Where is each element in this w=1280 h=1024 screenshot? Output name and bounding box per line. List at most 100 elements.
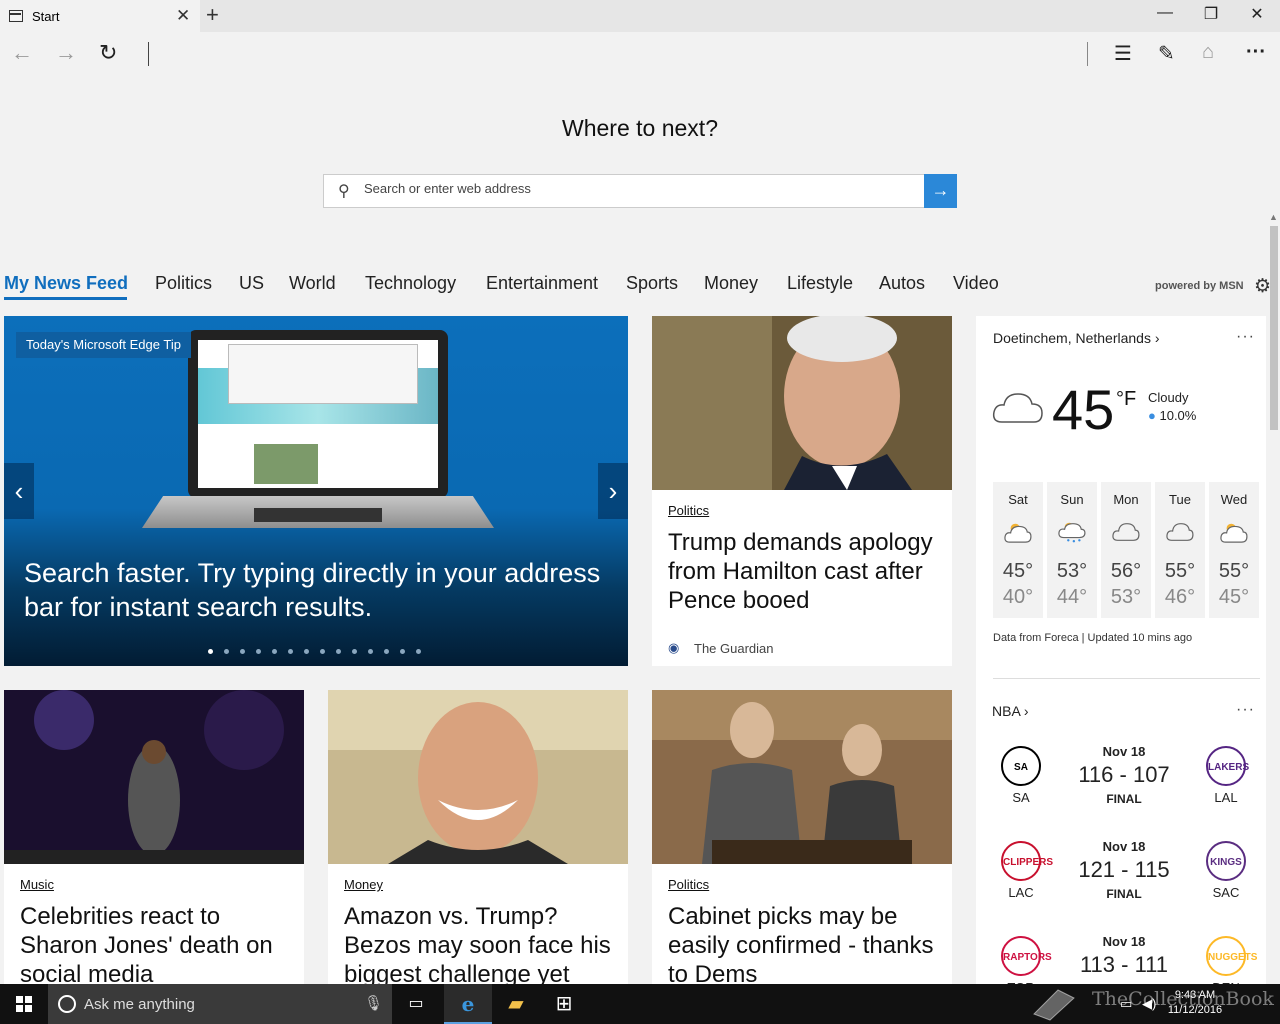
forward-icon[interactable]: →: [55, 40, 77, 66]
tab-world[interactable]: World: [289, 273, 336, 294]
carousel-dot[interactable]: [272, 649, 277, 654]
minimize-button[interactable]: —: [1142, 4, 1188, 22]
article-title[interactable]: Celebrities react to Sharon Jones' death…: [20, 902, 292, 984]
carousel-dot[interactable]: [304, 649, 309, 654]
article-card[interactable]: Music Celebrities react to Sharon Jones'…: [4, 690, 304, 984]
carousel-dot[interactable]: [336, 649, 341, 654]
article-title[interactable]: Cabinet picks may be easily confirmed - …: [668, 902, 940, 984]
weather-location[interactable]: Doetinchem, Netherlands ›: [993, 330, 1160, 346]
hub-icon[interactable]: ☰: [1114, 41, 1132, 66]
game-date: Nov 18: [1102, 744, 1146, 759]
article-tag[interactable]: Politics: [668, 503, 709, 518]
forecast-day-label: Wed: [1220, 492, 1248, 507]
search-icon: ⚲: [338, 183, 350, 200]
game-score: 113 - 111: [1079, 952, 1169, 977]
article-tag[interactable]: Music: [20, 877, 54, 892]
article-card[interactable]: Politics Cabinet picks may be easily con…: [652, 690, 952, 984]
cortana-placeholder[interactable]: Ask me anything: [84, 996, 195, 1013]
weather-more-icon[interactable]: ···: [1236, 328, 1255, 346]
carousel[interactable]: Today's Microsoft Edge Tip ‹ › Search fa…: [4, 316, 628, 666]
tab-technology[interactable]: Technology: [365, 273, 456, 294]
article-card[interactable]: Money Amazon vs. Trump? Bezos may soon f…: [328, 690, 628, 984]
forecast-day[interactable]: Mon 56° 53°: [1101, 482, 1151, 618]
tab-sports[interactable]: Sports: [626, 273, 678, 294]
team-logo-icon: CLIPPERS: [1001, 841, 1053, 881]
cloud-icon: [1112, 523, 1140, 541]
close-window-button[interactable]: ✕: [1234, 4, 1280, 24]
carousel-dot[interactable]: [240, 649, 245, 654]
scroll-thumb[interactable]: [1270, 226, 1278, 430]
search-go-button[interactable]: →: [924, 174, 957, 208]
carousel-dot[interactable]: [352, 649, 357, 654]
tab-entertainment[interactable]: Entertainment: [486, 273, 598, 294]
page-scrollbar[interactable]: ▲: [1267, 212, 1280, 984]
forecast-day-label: Mon: [1113, 492, 1139, 507]
close-tab-icon[interactable]: ✕: [176, 6, 190, 26]
carousel-prev-button[interactable]: ‹: [4, 463, 34, 519]
tab-lifestyle[interactable]: Lifestyle: [787, 273, 853, 294]
carousel-dot[interactable]: [224, 649, 229, 654]
carousel-dot[interactable]: [400, 649, 405, 654]
cortana-search[interactable]: Ask me anything 🎙: [48, 984, 392, 1024]
nba-game[interactable]: SA SA Nov 18 116 - 107 FINAL LAKERS LAL: [976, 744, 1266, 834]
carousel-dot[interactable]: [320, 649, 325, 654]
store-icon[interactable]: ⊞: [540, 984, 588, 1024]
task-view-icon[interactable]: ▭: [392, 984, 440, 1024]
forecast-day[interactable]: Sun 53° 44°: [1047, 482, 1097, 618]
web-note-icon[interactable]: ✎: [1158, 41, 1175, 66]
forecast-day[interactable]: Sat 45° 40°: [993, 482, 1043, 618]
tab-money[interactable]: Money: [704, 273, 758, 294]
powered-by-msn: powered by MSN: [1155, 280, 1244, 292]
search-input[interactable]: [364, 181, 914, 196]
forecast-day[interactable]: Wed 55° 45°: [1209, 482, 1259, 618]
gear-icon[interactable]: ⚙: [1254, 275, 1271, 298]
nba-game[interactable]: CLIPPERS LAC Nov 18 121 - 115 FINAL KINGS SAC: [976, 839, 1266, 929]
edge-icon[interactable]: e: [444, 984, 492, 1024]
microphone-icon[interactable]: 🎙: [364, 994, 383, 1012]
article-source[interactable]: The Guardian: [694, 641, 774, 656]
sun-cloud-icon: [1004, 523, 1032, 543]
more-icon[interactable]: ···: [1246, 41, 1266, 64]
new-tab-button[interactable]: +: [206, 2, 219, 28]
page-icon: [9, 10, 23, 22]
carousel-dot[interactable]: [416, 649, 421, 654]
tab-politics[interactable]: Politics: [155, 273, 212, 294]
file-explorer-icon[interactable]: ▰: [492, 984, 540, 1024]
restore-button[interactable]: ❐: [1188, 4, 1234, 24]
home-team: SA: [1012, 790, 1030, 805]
raindrop-icon: ●: [1148, 408, 1156, 423]
article-title[interactable]: Amazon vs. Trump? Bezos may soon face hi…: [344, 902, 616, 984]
active-tab-indicator: [4, 297, 127, 300]
share-icon[interactable]: ⌂: [1202, 41, 1214, 64]
nba-title[interactable]: NBA ›: [992, 703, 1029, 719]
scroll-up-icon[interactable]: ▲: [1269, 212, 1278, 222]
carousel-dot[interactable]: [208, 649, 213, 654]
tab-autos[interactable]: Autos: [879, 273, 925, 294]
carousel-dot[interactable]: [368, 649, 373, 654]
article-tag[interactable]: Money: [344, 877, 383, 892]
carousel-dots[interactable]: [208, 641, 432, 659]
search-box: ⚲ →: [323, 174, 957, 208]
start-button[interactable]: [0, 984, 48, 1024]
carousel-dot[interactable]: [256, 649, 261, 654]
article-tag[interactable]: Politics: [668, 877, 709, 892]
article-image: [328, 690, 628, 864]
refresh-icon[interactable]: ↻: [99, 40, 117, 66]
divider: [993, 678, 1260, 679]
carousel-next-button[interactable]: ›: [598, 463, 628, 519]
back-icon[interactable]: ←: [11, 40, 33, 66]
nba-more-icon[interactable]: ···: [1236, 701, 1255, 719]
laptop-touchpad-illustration: [254, 508, 382, 522]
tab-us[interactable]: US: [239, 273, 264, 294]
article-title[interactable]: Trump demands apology from Hamilton cast…: [668, 528, 940, 615]
tab-video[interactable]: Video: [953, 273, 999, 294]
carousel-dot[interactable]: [384, 649, 389, 654]
weather-temperature: 45: [1052, 378, 1115, 441]
carousel-dot[interactable]: [288, 649, 293, 654]
featured-article-card[interactable]: Politics Trump demands apology from Hami…: [652, 316, 952, 666]
address-bar-cursor[interactable]: [148, 42, 149, 66]
forecast-day[interactable]: Tue 55° 46°: [1155, 482, 1205, 618]
carousel-caption[interactable]: Search faster. Try typing directly in yo…: [24, 556, 624, 624]
tab-start[interactable]: Start ✕: [0, 0, 200, 32]
tab-my-news-feed[interactable]: My News Feed: [4, 273, 128, 294]
